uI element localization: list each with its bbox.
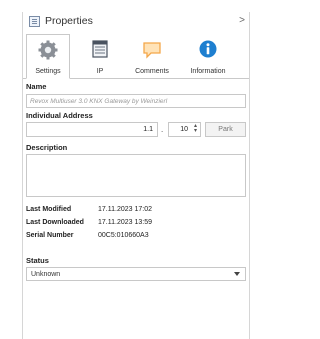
- tab-strip: Settings IP Comments Information: [23, 34, 249, 79]
- tab-comments[interactable]: Comments: [127, 34, 177, 78]
- spinner-arrows-icon[interactable]: ▴ ▾: [194, 123, 197, 134]
- tab-information-label: Information: [190, 68, 226, 75]
- tab-ip-label: IP: [96, 68, 104, 75]
- name-field[interactable]: Revox Multiuser 3.0 KNX Gateway by Weinz…: [26, 94, 246, 108]
- last-modified-label: Last Modified: [26, 206, 72, 213]
- status-label: Status: [26, 256, 49, 265]
- serial-number-row: Serial Number 00C5:010660A3: [26, 232, 149, 239]
- name-label: Name: [26, 82, 47, 91]
- serial-number-value: 00C5:010660A3: [98, 232, 149, 239]
- address-separator: .: [161, 125, 164, 134]
- info-icon: [199, 40, 217, 58]
- status-value: Unknown: [31, 271, 61, 278]
- properties-panel: Properties > Settings IP Comments Inform…: [22, 12, 250, 339]
- panel-header: Properties >: [23, 12, 249, 32]
- last-downloaded-row: Last Downloaded 17.11.2023 13:59: [26, 219, 152, 226]
- comment-icon: [143, 42, 161, 59]
- last-modified-row: Last Modified 17.11.2023 17:02: [26, 206, 152, 213]
- tab-ip[interactable]: IP: [80, 34, 120, 78]
- last-modified-value: 17.11.2023 17:02: [98, 206, 152, 213]
- address-device-stepper[interactable]: 10 ▴ ▾: [168, 122, 201, 137]
- dropdown-arrow-icon: [234, 272, 240, 276]
- tab-comments-label: Comments: [135, 68, 169, 75]
- properties-icon: [29, 16, 40, 27]
- last-downloaded-label: Last Downloaded: [26, 219, 84, 226]
- tab-settings[interactable]: Settings: [26, 34, 70, 79]
- description-textarea[interactable]: [26, 154, 246, 197]
- park-button[interactable]: Park: [205, 122, 246, 137]
- gear-icon: [38, 40, 58, 60]
- status-dropdown[interactable]: Unknown: [26, 267, 246, 281]
- last-downloaded-value: 17.11.2023 13:59: [98, 219, 152, 226]
- serial-number-label: Serial Number: [26, 232, 74, 239]
- individual-address-label: Individual Address: [26, 111, 93, 120]
- tab-information[interactable]: Information: [180, 34, 236, 78]
- address-device-value: 10: [180, 126, 188, 133]
- address-prefix-field[interactable]: 1.1: [26, 122, 158, 137]
- panel-title: Properties: [45, 15, 93, 27]
- collapse-chevron-icon[interactable]: >: [239, 15, 245, 26]
- description-label: Description: [26, 143, 68, 152]
- ip-table-icon: [92, 40, 108, 58]
- tab-settings-label: Settings: [35, 68, 61, 75]
